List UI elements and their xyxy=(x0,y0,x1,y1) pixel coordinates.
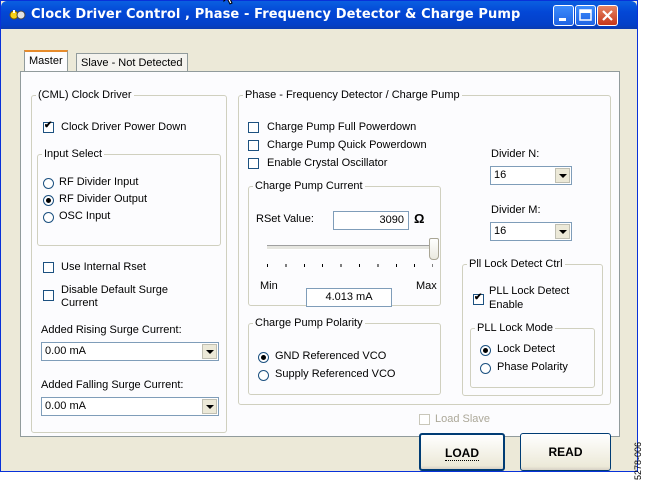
radio-supply-referenced-vco[interactable] xyxy=(258,370,269,381)
clock-driver-power-down-checkbox[interactable]: ✔ xyxy=(43,120,54,133)
tab-label: Master xyxy=(29,55,63,67)
chevron-down-icon[interactable] xyxy=(202,399,217,414)
slider-min-label: Min xyxy=(260,280,278,292)
cp-current-title: Charge Pump Current xyxy=(255,180,363,192)
minimize-button[interactable] xyxy=(553,5,574,26)
pll-lock-detect-enable-label-2: Enable xyxy=(489,299,524,311)
osc-input-label: OSC Input xyxy=(59,210,111,222)
enable-crystal-osc-checkbox[interactable] xyxy=(248,158,259,169)
supply-referenced-vco-label: Supply Referenced VCO xyxy=(275,368,396,380)
cp-current-value-box: 4.013 mA xyxy=(306,288,392,307)
check-icon: ✔ xyxy=(44,120,53,131)
slider-max-label: Max xyxy=(416,280,437,292)
tab-label: Slave - Not Detected xyxy=(81,57,183,69)
input-select-title: Input Select xyxy=(44,148,103,160)
tab-master[interactable]: Master xyxy=(24,50,68,72)
rset-value: 3090 xyxy=(379,214,404,226)
tab-panel-master: (CML) Clock Driver ✔ Clock Driver Power … xyxy=(20,71,620,471)
radio-rf-divider-output[interactable] xyxy=(43,195,54,206)
pll-lock-mode-group: PLL Lock Mode xyxy=(470,322,595,388)
slider-track xyxy=(267,245,433,250)
cp-polarity-title: Charge Pump Polarity xyxy=(255,317,363,329)
clock-driver-power-down-label: Clock Driver Power Down xyxy=(61,121,187,133)
radio-phase-polarity[interactable] xyxy=(480,363,491,374)
load-button-label: LOAD xyxy=(445,446,479,461)
radio-dot-icon xyxy=(483,348,488,353)
divider-m-label: Divider M: xyxy=(491,204,541,216)
cp-current-slider[interactable] xyxy=(261,238,441,278)
rset-label: RSet Value: xyxy=(256,213,314,225)
rf-divider-output-label: RF Divider Output xyxy=(59,193,148,205)
load-button[interactable]: LOAD xyxy=(419,433,505,471)
disable-default-surge-checkbox[interactable] xyxy=(43,290,54,301)
app-icon xyxy=(9,10,26,20)
radio-rf-divider-input[interactable] xyxy=(43,178,54,189)
slider-thumb[interactable] xyxy=(429,238,439,260)
pll-lock-detect-enable-label: PLL Lock Detect xyxy=(489,285,570,297)
mouse-cursor-icon xyxy=(223,0,233,5)
phase-polarity-label: Phase Polarity xyxy=(497,361,568,373)
radio-lock-detect[interactable] xyxy=(480,345,491,356)
chevron-down-icon[interactable] xyxy=(202,344,217,359)
divider-n-select[interactable]: 16 xyxy=(490,166,572,185)
radio-gnd-referenced-vco[interactable] xyxy=(258,352,269,363)
radio-dot-icon xyxy=(261,355,266,360)
rising-surge-label: Added Rising Surge Current: xyxy=(41,324,182,336)
gnd-referenced-vco-label: GND Referenced VCO xyxy=(275,350,387,362)
divider-n-value: 16 xyxy=(494,169,507,181)
radio-osc-input[interactable] xyxy=(43,212,54,223)
close-button[interactable] xyxy=(597,5,618,26)
rf-divider-input-label: RF Divider Input xyxy=(59,176,139,188)
maximize-icon xyxy=(579,9,592,21)
cp-quick-powerdown-checkbox[interactable] xyxy=(248,140,259,151)
use-internal-rset-checkbox[interactable] xyxy=(43,262,54,273)
window-title: Clock Driver Control , Phase - Frequency… xyxy=(31,7,521,22)
minimize-icon xyxy=(559,18,566,21)
load-slave-label: Load Slave xyxy=(435,413,491,425)
maximize-button[interactable] xyxy=(575,5,596,26)
use-internal-rset-label: Use Internal Rset xyxy=(61,261,146,273)
cp-full-powerdown-checkbox[interactable] xyxy=(248,122,259,133)
cp-full-powerdown-label: Charge Pump Full Powerdown xyxy=(267,121,417,133)
tab-slave[interactable]: Slave - Not Detected xyxy=(76,53,188,73)
rset-input[interactable]: 3090 xyxy=(333,211,409,230)
divider-m-value: 16 xyxy=(494,225,507,237)
figure-number: 5278-006 xyxy=(633,442,643,481)
load-slave-checkbox[interactable] xyxy=(419,414,430,425)
falling-surge-select[interactable]: 0.00 mA xyxy=(41,397,219,416)
cp-quick-powerdown-label: Charge Pump Quick Powerdown xyxy=(267,139,427,151)
lock-detect-label: Lock Detect xyxy=(497,343,556,355)
cp-current-value: 4.013 mA xyxy=(325,291,373,303)
disable-default-surge-label-2: Current xyxy=(61,297,98,309)
read-button[interactable]: READ xyxy=(520,433,611,471)
falling-surge-value: 0.00 mA xyxy=(45,400,86,412)
rising-surge-value: 0.00 mA xyxy=(45,345,86,357)
enable-crystal-osc-label: Enable Crystal Oscillator xyxy=(267,157,388,169)
falling-surge-label: Added Falling Surge Current: xyxy=(41,379,184,391)
chevron-down-icon[interactable] xyxy=(555,168,570,183)
pfd-title: Phase - Frequency Detector / Charge Pump xyxy=(245,89,460,101)
pll-lock-detect-title: Pll Lock Detect Ctrl xyxy=(469,258,563,270)
check-icon: ✔ xyxy=(474,292,483,303)
pll-lock-mode-title: PLL Lock Mode xyxy=(477,322,554,334)
radio-dot-icon xyxy=(46,198,51,203)
slider-ticks xyxy=(267,264,433,267)
chevron-down-icon[interactable] xyxy=(555,224,570,239)
ohm-unit: Ω xyxy=(414,211,425,226)
disable-default-surge-label: Disable Default Surge xyxy=(61,284,169,296)
read-button-label: READ xyxy=(548,445,583,459)
pll-lock-detect-enable-checkbox[interactable]: ✔ xyxy=(473,292,484,305)
divider-m-select[interactable]: 16 xyxy=(490,222,572,241)
close-icon xyxy=(602,10,613,21)
clock-driver-title: (CML) Clock Driver xyxy=(38,89,132,101)
main-window: Clock Driver Control , Phase - Frequency… xyxy=(0,0,638,472)
rising-surge-select[interactable]: 0.00 mA xyxy=(41,342,219,361)
divider-n-label: Divider N: xyxy=(491,148,540,160)
title-bar[interactable]: Clock Driver Control , Phase - Frequency… xyxy=(1,1,637,29)
